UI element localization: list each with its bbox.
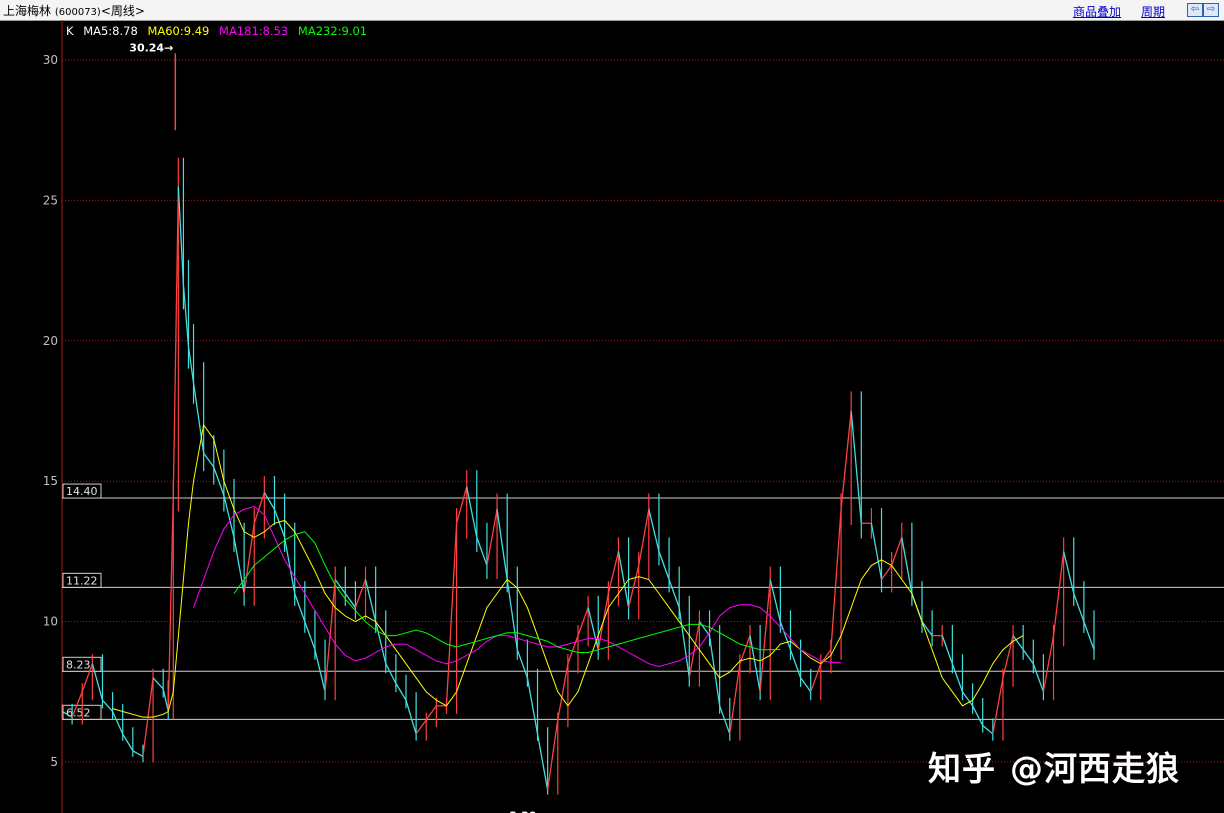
k-line-segment <box>759 579 771 692</box>
k-line-segment <box>1052 551 1065 636</box>
k-line-segment <box>263 492 276 510</box>
k-line-segment <box>658 551 670 580</box>
k-line-segment <box>1032 663 1045 693</box>
k-line-segment <box>627 565 640 608</box>
y-tick-label: 15 <box>43 474 58 488</box>
k-line-segment <box>1022 649 1034 665</box>
k-line-segment <box>557 663 569 720</box>
k-line-segment <box>526 677 539 735</box>
price-chart[interactable]: 3025201510514.4011.228.236.5230.24→3.30→ <box>0 0 1224 813</box>
k-line-segment <box>810 663 822 693</box>
k-line-segment <box>547 719 559 791</box>
price-level-label: 11.22 <box>66 574 98 587</box>
k-line-segment <box>516 649 529 678</box>
k-line-segment <box>688 621 701 678</box>
k-line-segment <box>992 677 1004 735</box>
k-line-segment <box>840 410 852 510</box>
k-line-segment <box>648 509 660 552</box>
k-line-segment <box>304 621 316 650</box>
k-line-segment <box>314 649 326 692</box>
k-line-segment <box>617 551 630 608</box>
k-line-segment <box>455 486 468 524</box>
k-line-segment <box>719 705 731 735</box>
k-line-segment <box>951 663 964 693</box>
k-line-segment <box>577 607 589 636</box>
k-line-segment <box>891 537 903 566</box>
price-level-label: 14.40 <box>66 485 98 498</box>
k-line-segment <box>1012 635 1024 651</box>
k-line-segment <box>729 663 741 735</box>
k-line-segment <box>425 705 437 721</box>
k-line-segment <box>182 284 190 347</box>
k-line-segment <box>415 719 427 735</box>
k-line-segment <box>476 537 488 566</box>
y-tick-label: 5 <box>50 755 58 769</box>
k-line-segment <box>101 699 114 712</box>
k-line-segment <box>779 621 792 650</box>
k-line-segment <box>354 579 367 608</box>
k-line-segment <box>668 579 680 608</box>
k-line-segment <box>192 382 205 454</box>
k-line-segment <box>152 677 164 690</box>
k-line-segment <box>486 509 498 566</box>
k-line-segment <box>162 688 169 712</box>
k-line-segment <box>638 509 650 566</box>
k-line-segment <box>941 635 953 664</box>
y-tick-label: 30 <box>43 53 58 67</box>
k-line-segment <box>187 346 195 384</box>
high-annotation: 30.24→ <box>129 41 173 54</box>
price-level-label: 8.23 <box>66 658 91 671</box>
k-line-segment <box>901 537 913 594</box>
k-line-segment <box>982 724 994 735</box>
k-line-segment <box>587 607 599 650</box>
k-line-segment <box>1083 621 1095 650</box>
k-line-segment <box>850 410 862 524</box>
k-line-segment <box>405 700 417 735</box>
k-line-segment <box>870 523 883 580</box>
k-line-segment <box>881 565 893 580</box>
k-line-segment <box>385 663 397 684</box>
k-line-segment <box>961 691 974 707</box>
k-line-segment <box>364 579 377 622</box>
k-line-segment <box>294 593 306 622</box>
k-line-segment <box>177 186 185 285</box>
k-line-segment <box>243 523 255 594</box>
k-line-segment <box>132 750 144 757</box>
k-line-segment <box>1042 635 1055 692</box>
k-line-segment <box>830 509 842 650</box>
y-tick-label: 10 <box>43 615 58 629</box>
k-line-segment <box>800 677 812 693</box>
k-line-segment <box>445 523 458 706</box>
watermark: 知乎 @河西走狼 <box>928 742 1180 790</box>
watermark-author: @河西走狼 <box>1010 749 1180 788</box>
k-line-segment <box>233 537 245 594</box>
k-line-segment <box>172 186 180 496</box>
price-level-label: 6.52 <box>66 706 91 719</box>
watermark-brand: 知乎 <box>928 749 996 788</box>
k-line-segment <box>167 495 174 712</box>
k-line-segment <box>789 649 802 678</box>
k-line-segment <box>283 537 296 594</box>
k-line-segment <box>506 579 518 650</box>
k-line-segment <box>698 621 711 637</box>
k-line-segment <box>496 509 508 580</box>
k-line-segment <box>921 621 933 637</box>
k-line-segment <box>749 635 761 692</box>
k-line-segment <box>1073 593 1085 622</box>
k-line-segment <box>203 452 215 468</box>
y-tick-label: 20 <box>43 334 58 348</box>
k-line-segment <box>769 579 781 622</box>
y-tick-label: 25 <box>43 193 58 207</box>
k-line-segment <box>122 733 134 752</box>
k-line-segment <box>111 711 124 735</box>
k-line-segment <box>972 705 984 726</box>
k-line-segment <box>395 683 407 701</box>
k-line-segment <box>678 607 690 678</box>
k-line-segment <box>466 486 478 538</box>
